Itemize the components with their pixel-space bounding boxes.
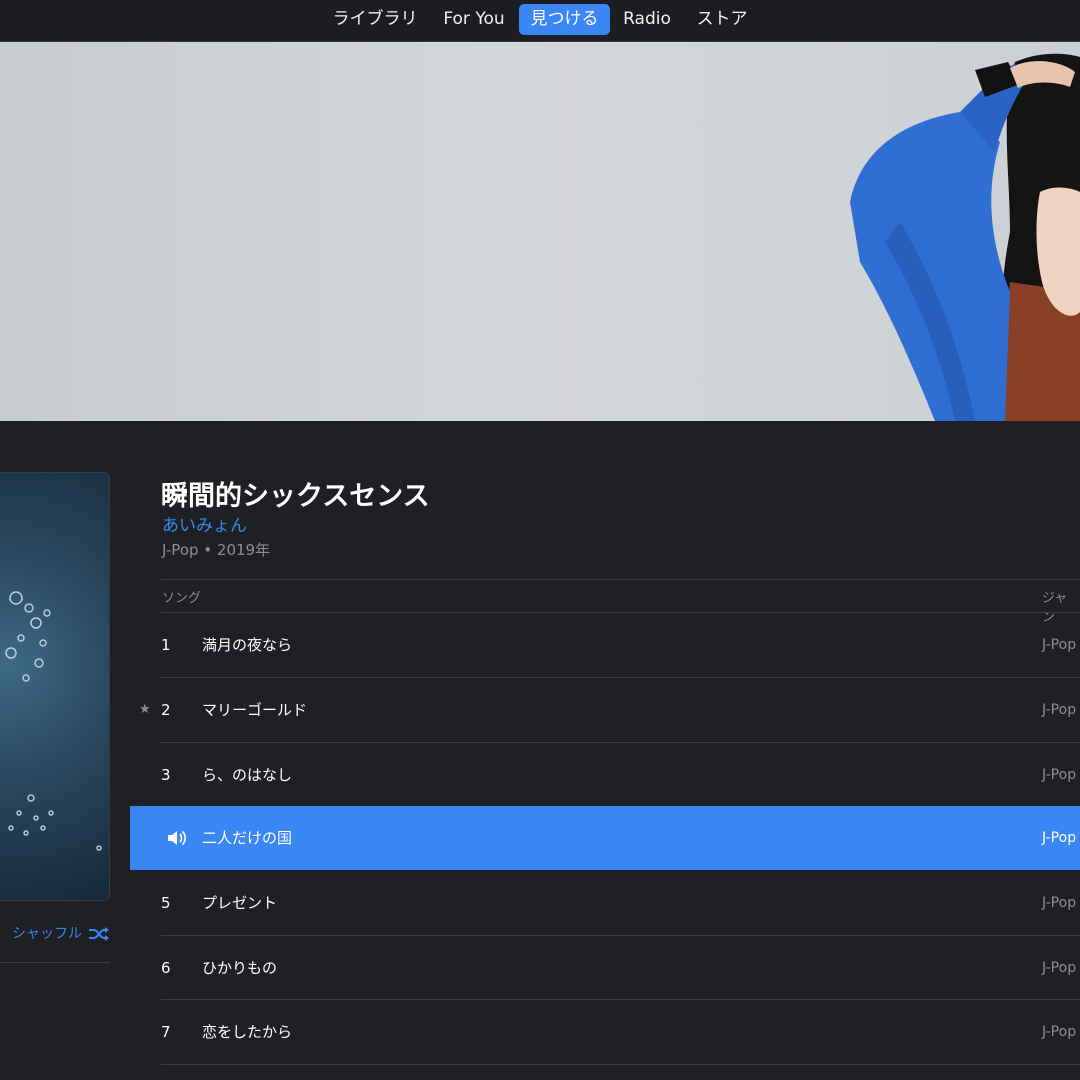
tab-library[interactable]: ライブラリ	[329, 4, 421, 35]
track-number: 7	[161, 1023, 171, 1041]
speaker-icon	[168, 830, 186, 846]
album-meta: J-Pop • 2019年	[162, 541, 271, 559]
divider	[161, 579, 1080, 580]
tab-store[interactable]: ストア	[689, 4, 755, 35]
track-row-now-playing[interactable]: 二人だけの国 J-Pop	[130, 806, 1080, 870]
divider	[161, 1064, 1080, 1065]
track-genre: J-Pop	[1042, 767, 1077, 783]
track-title: ら、のはなし	[202, 766, 293, 784]
track-title: 恋をしたから	[202, 1023, 293, 1041]
tab-radio[interactable]: Radio	[617, 4, 677, 35]
top-navigation-bar: ライブラリ For You 見つける Radio ストア	[0, 0, 1080, 42]
tab-for-you[interactable]: For You	[436, 4, 512, 35]
track-number: 1	[161, 636, 171, 654]
track-row[interactable]: 3 ら、のはなし J-Pop	[130, 743, 1080, 807]
track-title: マリーゴールド	[202, 701, 308, 719]
track-title: 二人だけの国	[202, 829, 293, 847]
track-number: 2	[161, 701, 171, 719]
track-row[interactable]: 5 プレゼント J-Pop	[130, 871, 1080, 935]
shuffle-button[interactable]: シャッフル	[12, 924, 110, 944]
track-genre: J-Pop	[1042, 637, 1077, 653]
artist-link[interactable]: あいみょん	[162, 511, 247, 536]
track-number: 6	[161, 959, 171, 977]
track-title: 満月の夜なら	[202, 636, 293, 654]
column-header-song[interactable]: ソング	[162, 587, 201, 606]
artist-banner-image	[0, 42, 1080, 421]
track-row[interactable]: 7 恋をしたから J-Pop	[130, 1000, 1080, 1064]
artwork-bubbles	[5, 591, 102, 851]
track-title: プレゼント	[202, 894, 278, 912]
divider	[0, 962, 110, 963]
track-genre: J-Pop	[1042, 1024, 1077, 1040]
track-number: 3	[161, 766, 171, 784]
album-title: 瞬間的シックスセンス	[161, 481, 430, 512]
shuffle-icon	[89, 927, 109, 941]
track-row[interactable]: 6 ひかりもの J-Pop	[130, 936, 1080, 1000]
track-row[interactable]: 1 満月の夜なら J-Pop	[130, 613, 1080, 677]
track-title: ひかりもの	[202, 959, 278, 977]
track-genre: J-Pop	[1042, 702, 1077, 718]
banner-photo	[850, 53, 1080, 421]
track-genre: J-Pop	[1042, 830, 1077, 846]
shuffle-label: シャッフル	[12, 926, 82, 942]
album-artwork[interactable]	[0, 472, 110, 901]
track-genre: J-Pop	[1042, 960, 1077, 976]
track-row[interactable]: ★ 2 マリーゴールド J-Pop	[130, 678, 1080, 742]
track-genre: J-Pop	[1042, 895, 1077, 911]
favorite-star-icon: ★	[139, 702, 151, 717]
tab-browse[interactable]: 見つける	[519, 4, 610, 35]
track-number: 5	[161, 894, 171, 912]
